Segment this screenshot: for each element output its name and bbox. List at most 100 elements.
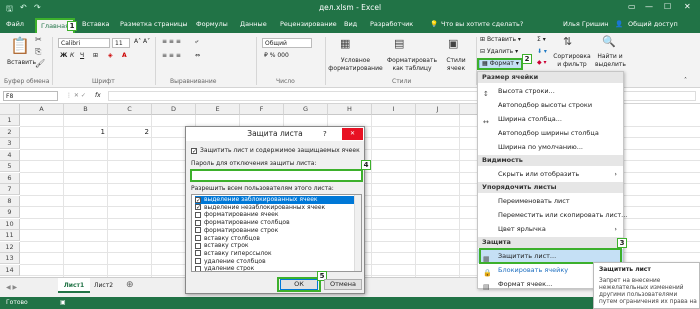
column-header-h[interactable]: H xyxy=(328,104,372,115)
menu-row-height[interactable]: ↕ Высота строки... xyxy=(478,84,623,98)
macro-record-icon[interactable]: ▣ xyxy=(60,299,66,307)
sort-filter-button[interactable]: Сортировка и фильтр xyxy=(553,53,591,69)
maximize-icon[interactable]: ☐ xyxy=(664,2,671,11)
permissions-scrollbar[interactable] xyxy=(354,195,361,271)
permission-checkbox[interactable] xyxy=(195,242,201,249)
tab-file[interactable]: Файл xyxy=(6,20,24,28)
fill-icon[interactable]: ⬇ ▾ xyxy=(537,48,547,56)
fill-color-icon[interactable]: ◈ xyxy=(108,52,113,60)
permission-checkbox[interactable] xyxy=(195,258,201,265)
wrap-text-icon[interactable]: ⤶ xyxy=(195,38,198,46)
row-header-9[interactable]: 9 xyxy=(0,207,20,218)
tab-page-layout[interactable]: Разметка страницы xyxy=(120,20,188,28)
column-header-j[interactable]: J xyxy=(416,104,460,115)
font-name-select[interactable]: Calibri xyxy=(58,38,110,48)
font-size-select[interactable]: 11 xyxy=(112,38,130,48)
grow-font-icon[interactable]: A˄ A˅ xyxy=(134,38,150,46)
row-header-12[interactable]: 12 xyxy=(0,241,20,253)
cell-styles-button[interactable]: Стили ячеек xyxy=(440,57,472,73)
format-painter-icon[interactable]: 🖌 xyxy=(35,59,45,68)
insert-cells-button[interactable]: ⊞ Вставить ▾ xyxy=(480,36,521,44)
permission-checkbox[interactable]: ✓ xyxy=(195,204,201,211)
column-header-g[interactable]: G xyxy=(284,104,328,115)
cell-b2[interactable]: 1 xyxy=(64,128,105,136)
underline-icon[interactable]: Ч xyxy=(80,52,84,60)
paste-icon[interactable]: 📋 xyxy=(10,36,30,55)
user-name[interactable]: Илья Гришин xyxy=(563,20,609,28)
format-table-icon[interactable]: ▤ xyxy=(394,37,404,50)
menu-autofit-col[interactable]: Автоподбор ширины столбца xyxy=(478,126,623,140)
tab-data[interactable]: Данные xyxy=(240,20,267,28)
row-header-11[interactable]: 11 xyxy=(0,230,20,241)
conditional-format-button[interactable]: Условное форматирование xyxy=(328,57,383,73)
menu-rename[interactable]: Переименовать лист xyxy=(478,194,623,208)
share-button[interactable]: Общий доступ xyxy=(628,20,678,28)
permission-checkbox[interactable] xyxy=(195,211,201,218)
add-sheet-icon[interactable]: ⊕ xyxy=(126,281,134,290)
menu-move-copy[interactable]: Переместить или скопировать лист... xyxy=(478,208,627,222)
sheet-tab-active[interactable]: Лист1 xyxy=(58,278,90,293)
row-header-2[interactable]: 2 xyxy=(0,126,20,138)
menu-tab-color[interactable]: Цвет ярлычка › xyxy=(478,222,623,236)
align-top-icon[interactable]: ≡ ≡ ≡ xyxy=(162,38,181,46)
column-header-d[interactable]: D xyxy=(152,104,196,115)
align-left-icon[interactable]: ≡ ≡ ≡ xyxy=(162,52,181,60)
collapse-ribbon-icon[interactable]: ˄ xyxy=(684,77,687,85)
cancel-button[interactable]: Отмена xyxy=(324,279,362,290)
tab-review[interactable]: Рецензирование xyxy=(280,20,337,28)
permission-checkbox[interactable]: ✓ xyxy=(195,196,201,203)
tab-developer[interactable]: Разработчик xyxy=(370,20,413,28)
permission-checkbox[interactable] xyxy=(195,250,201,257)
row-header-10[interactable]: 10 xyxy=(0,218,20,230)
permission-checkbox[interactable] xyxy=(195,227,201,234)
cut-icon[interactable]: ✂ xyxy=(35,35,42,44)
row-header-5[interactable]: 5 xyxy=(0,161,20,172)
row-header-8[interactable]: 8 xyxy=(0,195,20,207)
search-tell-me[interactable]: Что вы хотите сделать? xyxy=(441,20,523,28)
tab-insert[interactable]: Вставка xyxy=(82,20,110,28)
column-header-c[interactable]: C xyxy=(108,104,152,115)
formula-cancel-icon[interactable]: ⋮ ✕ ✓ xyxy=(66,92,86,100)
row-header-6[interactable]: 6 xyxy=(0,172,20,184)
find-select-button[interactable]: Найти и выделить xyxy=(595,53,626,69)
sheet-nav-icon[interactable]: ◀ ▶ xyxy=(6,284,17,292)
italic-icon[interactable]: К xyxy=(70,52,74,60)
ribbon-options-icon[interactable]: ▭ xyxy=(628,2,636,11)
dialog-help-button[interactable]: ? xyxy=(323,130,327,138)
select-all-corner[interactable] xyxy=(0,104,20,115)
conditional-format-icon[interactable]: ▦ xyxy=(340,37,350,50)
column-header-b[interactable]: B xyxy=(64,104,108,115)
row-header-13[interactable]: 13 xyxy=(0,253,20,264)
permission-checkbox[interactable] xyxy=(195,265,201,271)
copy-icon[interactable]: ⎘ xyxy=(35,47,41,57)
column-header-e[interactable]: E xyxy=(196,104,240,115)
name-box[interactable]: F8 xyxy=(3,91,58,101)
dialog-close-button[interactable]: ✕ xyxy=(342,128,363,140)
column-header-f[interactable]: F xyxy=(240,104,284,115)
permissions-list[interactable]: ✓ выделение заблокированных ячеек ✓ выделен… xyxy=(191,194,362,272)
font-color-icon[interactable]: A xyxy=(122,52,127,60)
row-header-3[interactable]: 3 xyxy=(0,138,20,149)
permission-checkbox[interactable] xyxy=(195,219,201,226)
currency-icon[interactable]: ₽ % 000 xyxy=(264,52,289,60)
clear-icon[interactable]: ◆ ▾ xyxy=(537,59,547,67)
menu-col-width[interactable]: ↔ Ширина столбца... xyxy=(478,112,623,126)
menu-hide-show[interactable]: Скрыть или отобразить › xyxy=(478,167,623,181)
merge-icon[interactable]: ⇔ xyxy=(195,52,200,60)
permission-item[interactable]: удаление строк xyxy=(195,265,355,271)
cell-c2[interactable]: 2 xyxy=(108,128,149,136)
row-header-1[interactable]: 1 xyxy=(0,115,20,126)
menu-autofit-row[interactable]: Автоподбор высоты строки xyxy=(478,98,623,112)
menu-default-width[interactable]: Ширина по умолчанию... xyxy=(478,140,623,154)
paste-button[interactable]: Вставить xyxy=(7,59,36,67)
row-header-14[interactable]: 14 xyxy=(0,264,20,276)
find-select-icon[interactable]: 🔍 xyxy=(602,35,616,48)
borders-icon[interactable]: ⊞ xyxy=(93,52,98,60)
minimize-icon[interactable]: — xyxy=(645,2,653,11)
row-header-7[interactable]: 7 xyxy=(0,184,20,195)
close-icon[interactable]: ✕ xyxy=(684,2,691,11)
tab-formulas[interactable]: Формулы xyxy=(196,20,228,28)
cell-styles-icon[interactable]: ▣ xyxy=(448,37,458,50)
column-header-i[interactable]: I xyxy=(372,104,416,115)
delete-cells-button[interactable]: ⊟ Удалить ▾ xyxy=(480,48,518,56)
